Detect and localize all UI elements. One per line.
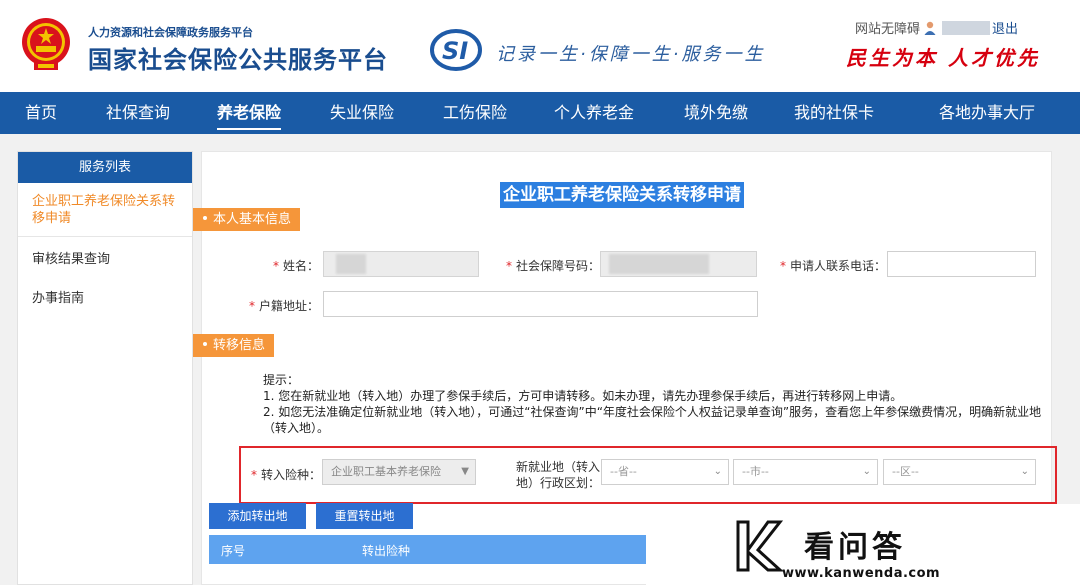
top-links: 网站无障碍 [855, 18, 991, 37]
province-select[interactable]: --省-- ⌄ [601, 459, 729, 485]
chevron-down-icon: ⌄ [1020, 466, 1029, 477]
tips-block: 提示： 1. 您在新就业地（转入地）办理了参保手续后，方可申请转移。如未办理，请… [263, 372, 1053, 436]
bullet-icon [203, 342, 207, 346]
nav-my-social-security-card[interactable]: 我的社保卡 [774, 92, 894, 134]
slogan-text: 民生为本 人才优先 [846, 46, 1040, 70]
section-basic-label: 本人基本信息 [213, 212, 292, 227]
bullet-icon [203, 216, 207, 220]
tip-2: 2. 如您无法准确定位新就业地（转入地），可通过“社保查询”中“年度社会保险个人… [263, 405, 1042, 435]
name-masked-value [336, 254, 366, 274]
section-basic-info: 本人基本信息 [193, 208, 301, 231]
accessibility-link[interactable]: 网站无障碍 [855, 22, 920, 37]
region-label: 新就业地（转入 地）行政区划： [516, 460, 601, 490]
logout-link[interactable]: 退出 [992, 18, 1018, 37]
nav-unemployment-insurance[interactable]: 失业保险 [304, 92, 420, 134]
nav-overseas-exemption[interactable]: 境外免缴 [658, 92, 774, 134]
watermark-url: www.kanwenda.com [782, 566, 941, 581]
user-icon [924, 21, 936, 35]
chevron-down-icon: ⌄ [862, 466, 871, 477]
form-title: 企业职工养老保险关系转移申请 [500, 182, 744, 208]
social-insurance-logo-icon: SI [430, 29, 482, 71]
district-select[interactable]: --区-- ⌄ [883, 459, 1036, 485]
reset-transfer-out-button[interactable]: 重置转出地 [316, 503, 413, 529]
main-navigation: 首页 社保查询 养老保险 失业保险 工伤保险 个人养老金 境外免缴 我的社保卡 … [0, 92, 1080, 134]
city-select[interactable]: --市-- ⌄ [733, 459, 878, 485]
insurance-type-select[interactable]: 企业职工基本养老保险 ▼ [322, 459, 476, 485]
nav-personal-pension[interactable]: 个人养老金 [530, 92, 658, 134]
table-col-insurance: 转出险种 [362, 544, 411, 558]
district-placeholder: --区-- [892, 465, 919, 478]
nav-social-security-query[interactable]: 社保查询 [82, 92, 194, 134]
phone-input[interactable] [887, 251, 1036, 277]
ssn-label: * 社会保障号码： [506, 259, 601, 273]
city-placeholder: --市-- [742, 465, 769, 478]
table-col-index: 序号 [221, 544, 246, 558]
national-emblem-icon [22, 18, 70, 70]
nav-home[interactable]: 首页 [0, 92, 82, 134]
section-transfer-label: 转移信息 [213, 338, 266, 353]
watermark-title: 看问答 [804, 530, 906, 565]
tip-1: 1. 您在新就业地（转入地）办理了参保手续后，方可申请转移。如未办理，请先办理参… [263, 389, 903, 403]
caret-down-icon: ▼ [461, 466, 469, 477]
name-label: * 姓名： [273, 259, 320, 273]
chevron-down-icon: ⌄ [713, 466, 722, 477]
username-masked [942, 21, 991, 35]
service-sidebar: 服务列表 企业职工养老保险关系转移申请 审核结果查询 办事指南 [17, 151, 193, 585]
nav-pension-insurance[interactable]: 养老保险 [194, 92, 304, 134]
nav-injury-insurance[interactable]: 工伤保险 [420, 92, 530, 134]
sidebar-item-guide[interactable]: 办事指南 [18, 282, 192, 315]
tips-title: 提示： [263, 373, 300, 387]
phone-label: * 申请人联系电话： [780, 259, 887, 273]
sidebar-item-review-query[interactable]: 审核结果查询 [18, 243, 192, 276]
motto-text: 记录一生·保障一生·服务一生 [496, 44, 766, 65]
sidebar-title: 服务列表 [18, 152, 192, 183]
insurance-type-value: 企业职工基本养老保险 [331, 465, 441, 478]
province-placeholder: --省-- [610, 465, 637, 478]
sidebar-item-pension-transfer[interactable]: 企业职工养老保险关系转移申请 [18, 183, 192, 237]
nav-local-service-halls[interactable]: 各地办事大厅 [894, 92, 1080, 134]
ssn-masked-value [609, 254, 709, 274]
site-header: 人力资源和社会保障政务服务平台 国家社会保险公共服务平台 SI 记录一生·保障一… [0, 0, 1080, 92]
name-field[interactable] [323, 251, 479, 277]
insurance-type-label: * 转入险种： [251, 468, 322, 482]
address-input[interactable] [323, 291, 758, 317]
address-label: * 户籍地址： [249, 299, 320, 313]
ssn-field[interactable] [600, 251, 757, 277]
watermark-logo-icon [736, 520, 784, 572]
site-title[interactable]: 国家社会保险公共服务平台 [88, 40, 388, 75]
transfer-table-header: 序号 转出险种 [209, 535, 646, 564]
section-transfer-info: 转移信息 [193, 334, 275, 357]
add-transfer-out-button[interactable]: 添加转出地 [209, 503, 306, 529]
si-logo-text: SI [442, 37, 468, 65]
sub-organization-name: 人力资源和社会保障政务服务平台 [88, 26, 253, 39]
